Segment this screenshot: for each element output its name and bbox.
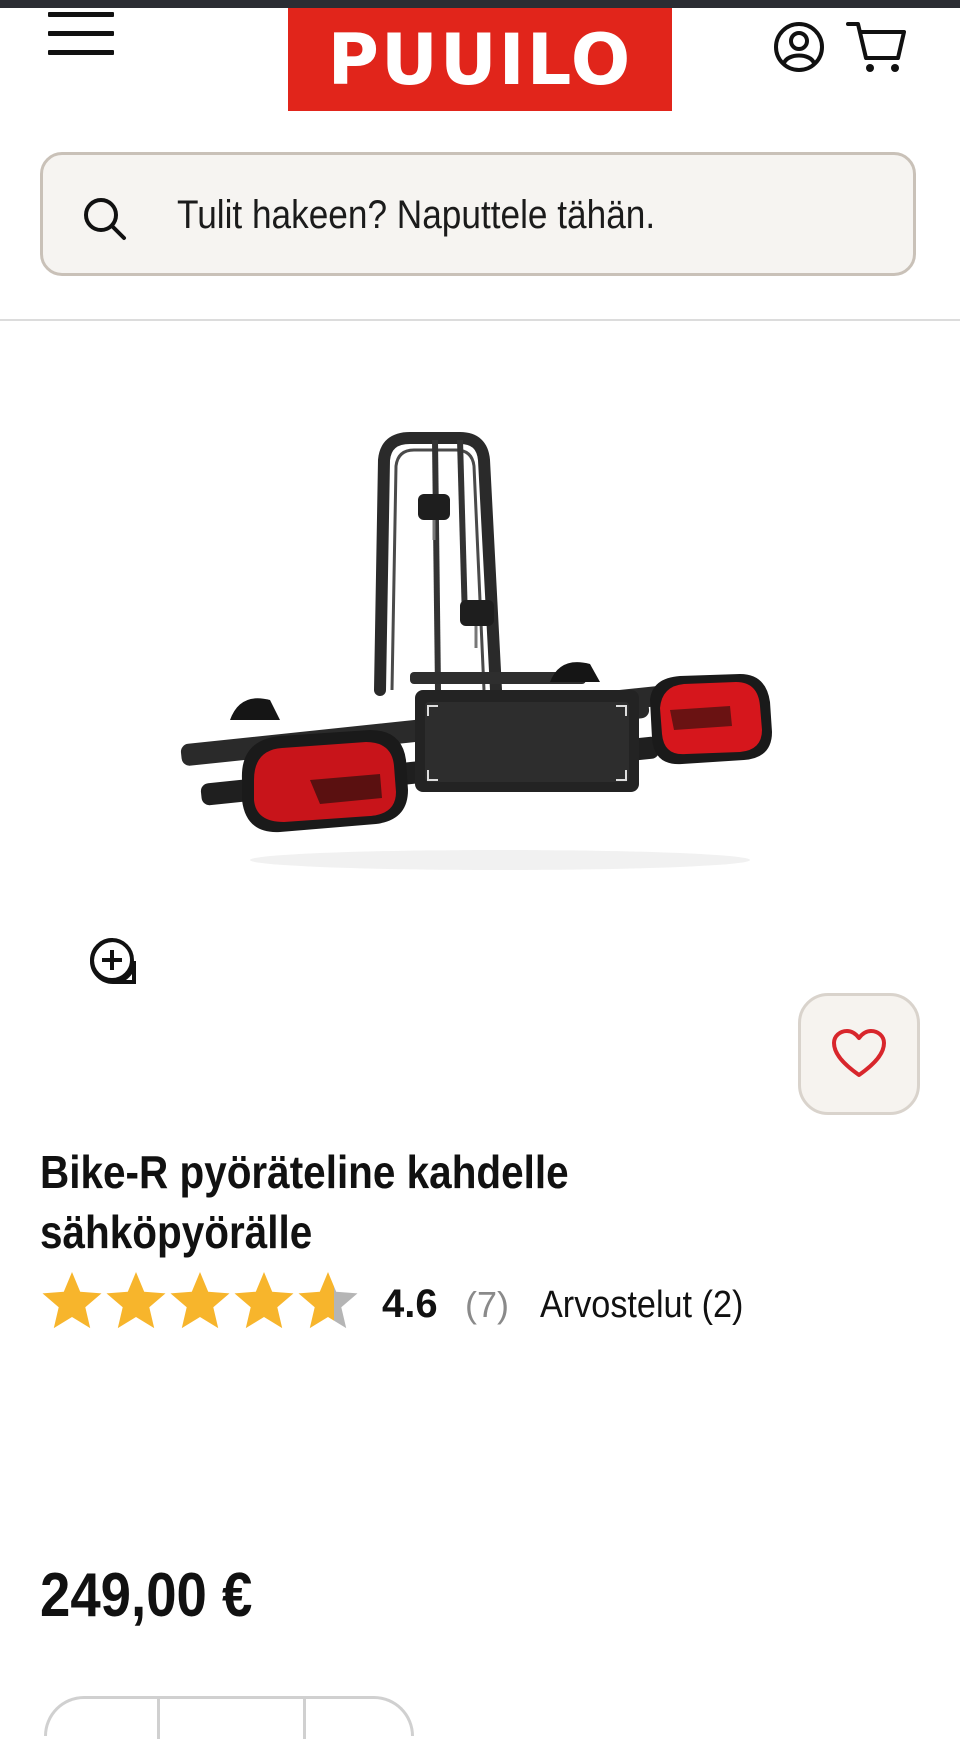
search-bar[interactable]: Tulit hakeen? Naputtele tähän. — [40, 152, 916, 276]
quantity-stepper[interactable] — [44, 1696, 414, 1739]
menu-icon-line — [48, 12, 114, 17]
search-input[interactable]: Tulit hakeen? Naputtele tähän. — [177, 193, 655, 238]
rating-star-icon — [170, 1272, 230, 1329]
menu-icon-line — [48, 50, 114, 55]
heart-icon — [832, 1029, 886, 1077]
product-title: Bike-R pyöräteline kahdelle sähköpyöräll… — [40, 1146, 569, 1258]
rating-star-icon — [298, 1272, 358, 1329]
zoom-in-icon — [90, 938, 136, 984]
shopping-cart-icon — [846, 22, 906, 72]
rating-star-icon — [106, 1272, 166, 1329]
status-bar — [0, 0, 960, 8]
cart-button[interactable] — [846, 18, 908, 76]
bike-rack-image[interactable] — [170, 420, 790, 880]
puuilo-logo[interactable]: PUUILO — [288, 8, 672, 111]
user-account-icon — [774, 22, 824, 72]
favorite-button[interactable] — [798, 993, 920, 1115]
menu-icon-line — [48, 31, 114, 36]
rating-row: 4.6 (7) Arvostelut (2) — [40, 1270, 920, 1340]
rating-stars — [42, 1272, 358, 1329]
account-button[interactable] — [772, 20, 826, 74]
header-divider — [0, 319, 960, 321]
search-icon — [84, 198, 126, 240]
rating-count: (7) — [465, 1284, 509, 1325]
product-price: 249,00 € — [40, 1561, 253, 1630]
zoom-button[interactable] — [88, 936, 138, 986]
logo-text: PUUILO — [327, 18, 633, 101]
rating-value: 4.6 — [382, 1282, 438, 1326]
rating-star-icon — [234, 1272, 294, 1329]
rating-star-icon — [42, 1272, 102, 1329]
stepper-divider — [157, 1699, 160, 1739]
menu-button[interactable] — [48, 12, 116, 56]
reviews-link[interactable]: Arvostelut (2) — [540, 1284, 743, 1327]
stepper-divider — [303, 1699, 306, 1739]
